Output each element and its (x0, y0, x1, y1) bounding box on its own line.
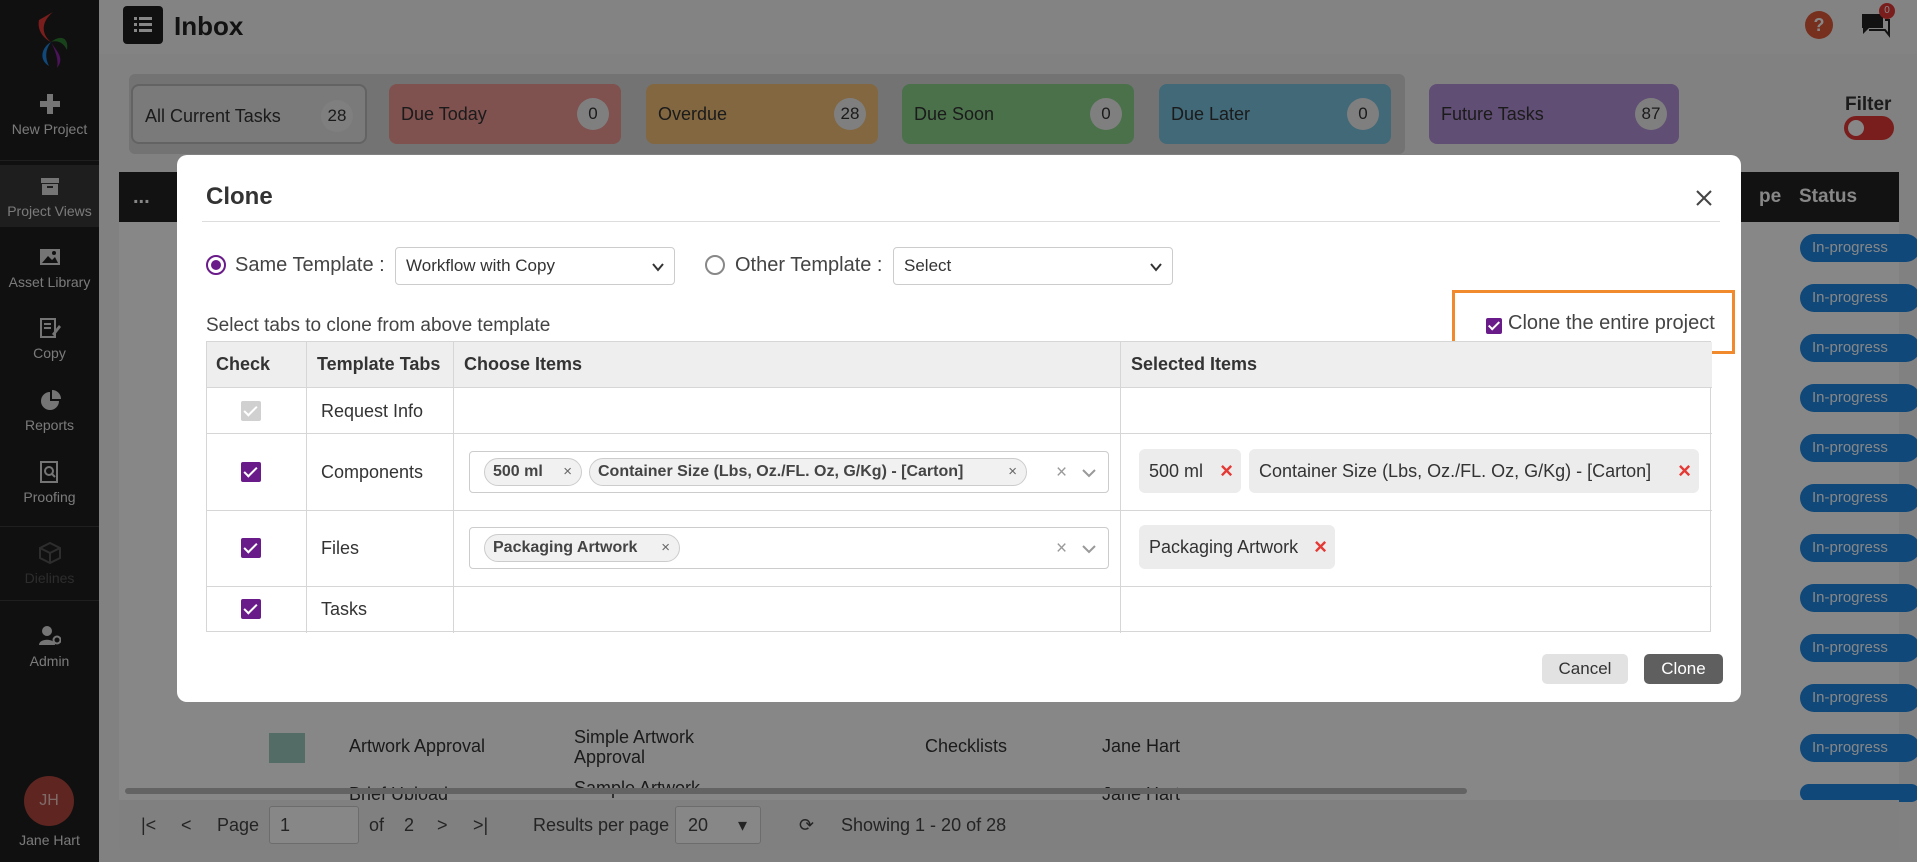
table-row: Tasks (207, 587, 1712, 632)
column-header-selected-items: Selected Items (1131, 354, 1258, 374)
column-header-choose-items: Choose Items (464, 354, 583, 374)
close-icon[interactable] (1691, 185, 1717, 211)
row-checkbox[interactable] (241, 599, 261, 619)
select-value: Select (904, 256, 952, 275)
remove-icon[interactable]: × (1314, 525, 1327, 569)
choose-items-multiselect[interactable]: 500 ml × Container Size (Lbs, Oz./FL. Oz… (469, 451, 1109, 493)
clone-button[interactable]: Clone (1644, 654, 1723, 684)
same-template-radio[interactable] (206, 255, 226, 275)
row-checkbox[interactable] (241, 462, 261, 482)
chip-label: Container Size (Lbs, Oz./FL. Oz, G/Kg) -… (598, 463, 964, 480)
clone-tabs-table: Check Template Tabs Choose Items Selecte… (206, 341, 1712, 633)
table-row: Components 500 ml × Container Size (Lbs,… (207, 434, 1712, 511)
other-template-select[interactable]: Select (893, 247, 1173, 285)
same-template-label: Same Template : (235, 254, 385, 276)
other-template-label: Other Template : (735, 254, 883, 276)
item-chip: Container Size (Lbs, Oz./FL. Oz, G/Kg) -… (589, 458, 1027, 486)
template-tab-name: Components (321, 462, 424, 482)
divider (202, 221, 1720, 222)
chip-label: Packaging Artwork (493, 539, 638, 556)
selected-item-chip: 500 ml × (1139, 449, 1241, 493)
other-template-radio[interactable] (705, 255, 725, 275)
template-tab-name: Tasks (321, 599, 368, 619)
chip-remove-icon[interactable]: × (661, 535, 670, 561)
clear-icon[interactable]: × (1056, 462, 1067, 484)
table-header-row: Check Template Tabs Choose Items Selecte… (207, 342, 1712, 388)
select-value: Workflow with Copy (406, 256, 555, 275)
table-row: Request Info (207, 388, 1712, 434)
remove-icon[interactable]: × (1220, 449, 1233, 493)
choose-items-multiselect[interactable]: Packaging Artwork × × (469, 527, 1109, 569)
modal-title: Clone (206, 183, 273, 210)
selected-item-chip: Packaging Artwork × (1139, 525, 1335, 569)
select-tabs-label: Select tabs to clone from above template (206, 315, 551, 336)
column-header-check: Check (216, 354, 271, 374)
cancel-button[interactable]: Cancel (1542, 654, 1628, 684)
selected-item-label: 500 ml (1149, 461, 1204, 481)
same-template-select[interactable]: Workflow with Copy (395, 247, 675, 285)
chevron-down-icon (1150, 263, 1162, 272)
clear-icon[interactable]: × (1056, 538, 1067, 560)
column-header-template-tabs: Template Tabs (317, 354, 441, 374)
table-row: Files Packaging Artwork × × Packaging Ar… (207, 511, 1712, 587)
selected-item-label: Packaging Artwork (1149, 537, 1299, 557)
template-tab-name: Files (321, 538, 360, 558)
row-checkbox (241, 401, 261, 421)
selected-item-label: Container Size (Lbs, Oz./FL. Oz, G/Kg) -… (1259, 461, 1652, 481)
clone-entire-project-label: Clone the entire project (1508, 312, 1715, 334)
chip-remove-icon[interactable]: × (563, 459, 572, 485)
chip-remove-icon[interactable]: × (1008, 459, 1017, 485)
chip-label: 500 ml (493, 463, 543, 480)
clone-entire-project-checkbox[interactable] (1486, 318, 1502, 334)
row-checkbox[interactable] (241, 538, 261, 558)
template-tab-name: Request Info (321, 401, 424, 421)
remove-icon[interactable]: × (1678, 449, 1691, 493)
item-chip: Packaging Artwork × (484, 534, 680, 562)
chevron-down-icon[interactable] (1082, 542, 1096, 556)
item-chip: 500 ml × (484, 458, 582, 486)
clone-modal: Clone Same Template : Workflow with Copy… (177, 155, 1741, 702)
selected-item-chip: Container Size (Lbs, Oz./FL. Oz, G/Kg) -… (1249, 449, 1699, 493)
chevron-down-icon[interactable] (1082, 466, 1096, 480)
chevron-down-icon (652, 263, 664, 272)
